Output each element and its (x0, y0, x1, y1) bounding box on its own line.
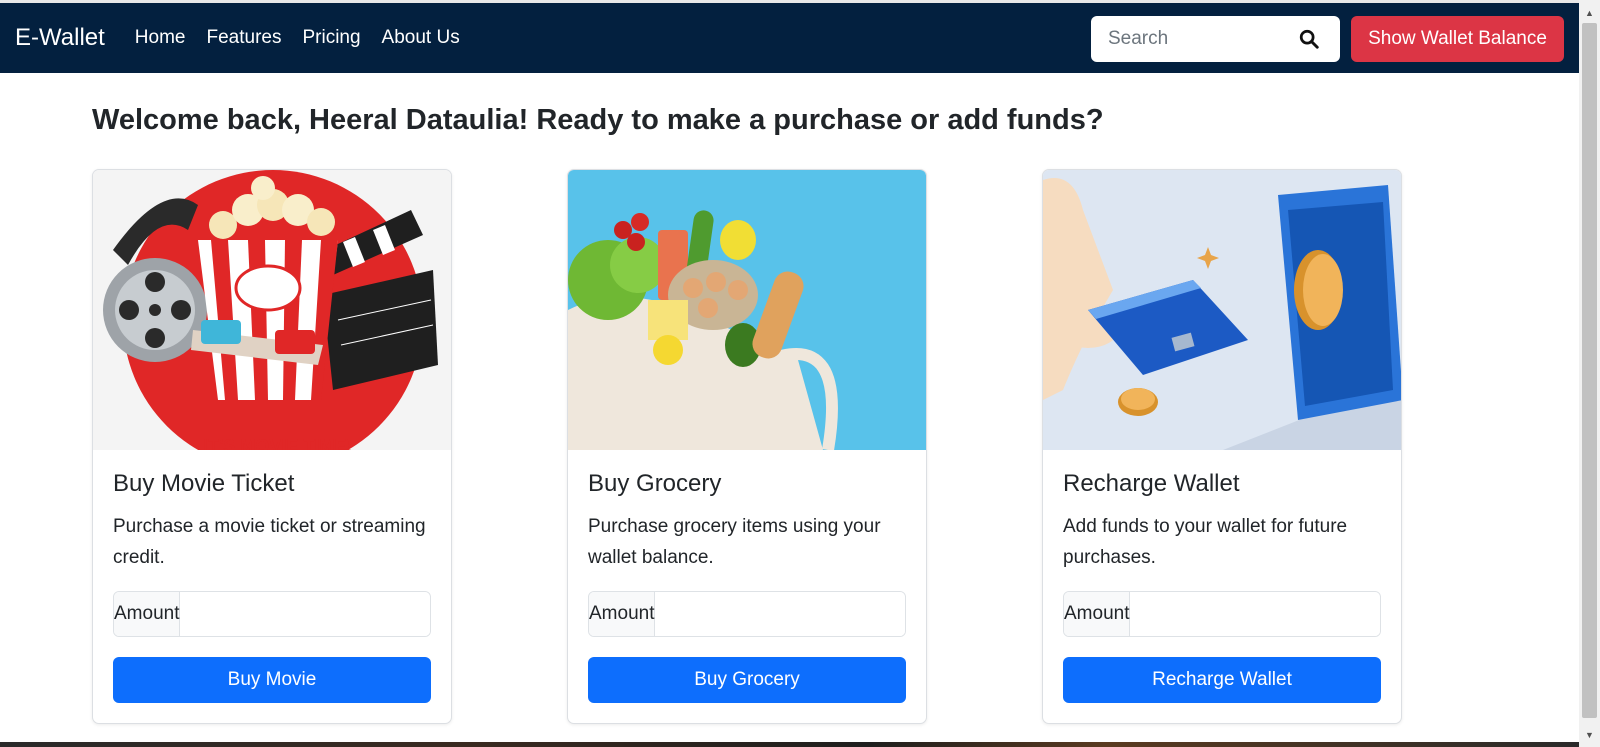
grocery-image (568, 170, 926, 450)
grocery-amount-input[interactable] (655, 592, 905, 636)
scroll-down-arrow-icon[interactable]: ▼ (1579, 726, 1600, 743)
vertical-scrollbar[interactable]: ▲ ▼ (1579, 0, 1600, 747)
amount-input-group: Amount (113, 591, 431, 637)
card-text: Purchase grocery items using your wallet… (588, 516, 881, 568)
recharge-amount-input[interactable] (1130, 592, 1380, 636)
recharge-illustration (1043, 170, 1401, 450)
card-title: Buy Movie Ticket (113, 470, 295, 497)
nav-link-home[interactable]: Home (135, 27, 186, 49)
recharge-image (1043, 170, 1401, 450)
nav-link-features[interactable]: Features (206, 27, 281, 49)
search-box (1091, 16, 1340, 62)
card-title: Buy Grocery (588, 470, 722, 497)
amount-label: Amount (114, 592, 181, 636)
buy-grocery-button[interactable]: Buy Grocery (588, 657, 906, 703)
taskbar-strip (0, 742, 1579, 747)
movie-illustration: IT'S MOVIE TIME! (93, 170, 451, 450)
page-heading: Welcome back, Heeral Dataulia! Ready to … (92, 104, 1104, 136)
card-buy-movie-ticket: IT'S MOVIE TIME! Buy Movie Ticket Purcha… (92, 169, 452, 724)
card-recharge-wallet: Recharge Wallet Add funds to your wallet… (1042, 169, 1402, 724)
amount-input-group: Amount (588, 591, 906, 637)
card-title: Recharge Wallet (1063, 470, 1240, 497)
brand-logo[interactable]: E-Wallet (15, 24, 105, 52)
nav-link-pricing[interactable]: Pricing (302, 27, 360, 49)
amount-input-group: Amount (1063, 591, 1381, 637)
search-icon[interactable] (1298, 28, 1320, 50)
recharge-wallet-button[interactable]: Recharge Wallet (1063, 657, 1381, 703)
nav-link-about-us[interactable]: About Us (382, 27, 460, 49)
navbar: E-Wallet Home Features Pricing About Us … (0, 0, 1579, 73)
movie-time-text: IT'S MOVIE TIME! (203, 436, 352, 450)
buy-movie-button[interactable]: Buy Movie (113, 657, 431, 703)
scroll-up-arrow-icon[interactable]: ▲ (1579, 4, 1600, 21)
card-buy-grocery: Buy Grocery Purchase grocery items using… (567, 169, 927, 724)
show-wallet-balance-button[interactable]: Show Wallet Balance (1351, 16, 1564, 62)
card-text: Add funds to your wallet for future purc… (1063, 516, 1348, 568)
scroll-thumb[interactable] (1582, 23, 1597, 718)
grocery-illustration (568, 170, 926, 450)
movie-image: IT'S MOVIE TIME! (93, 170, 451, 450)
card-text: Purchase a movie ticket or streaming cre… (113, 516, 426, 568)
search-input[interactable] (1106, 27, 1290, 51)
amount-label: Amount (589, 592, 656, 636)
movie-amount-input[interactable] (180, 592, 430, 636)
amount-label: Amount (1064, 592, 1131, 636)
